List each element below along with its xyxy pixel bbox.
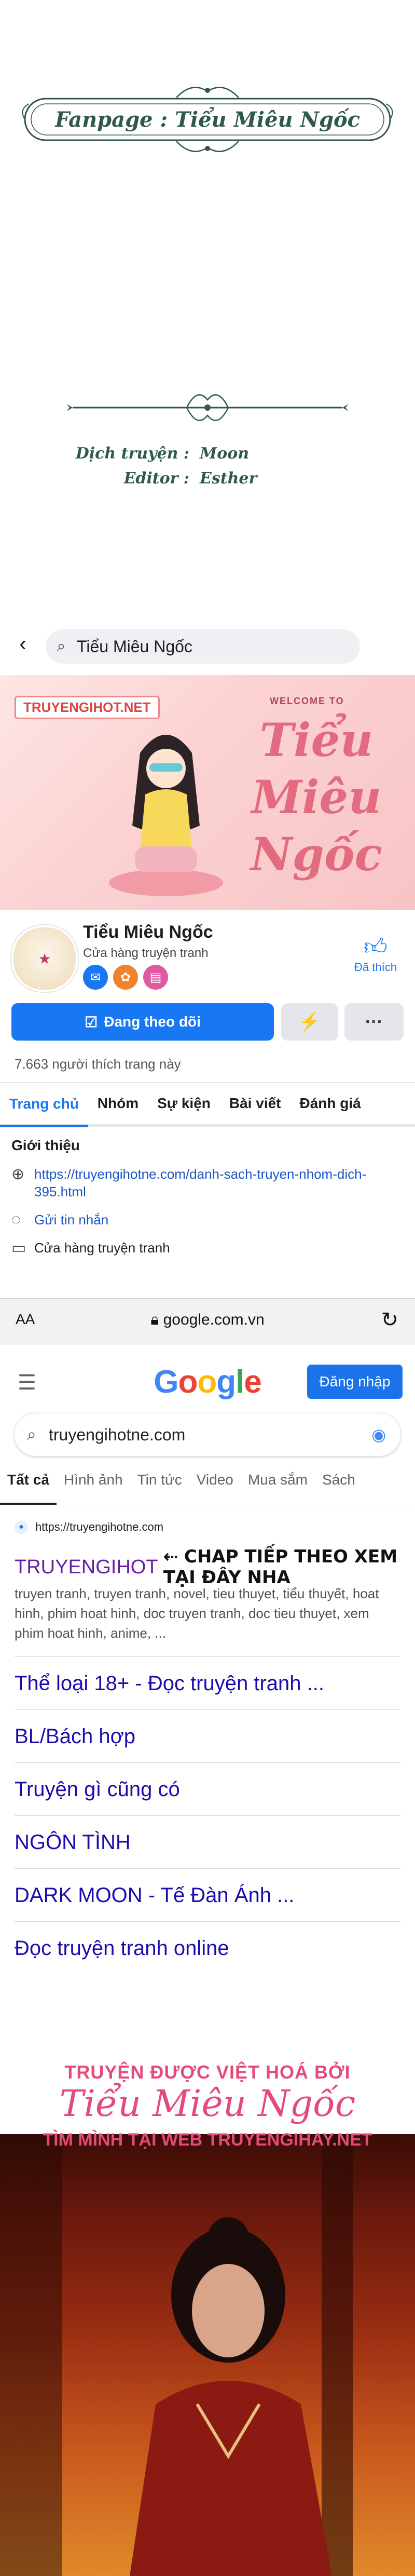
result-site[interactable]: ● https://truyengihotne.com [15,1520,163,1534]
intro-website-row[interactable]: ⊕ https://truyengihotne.com/danh-sach-tr… [11,1165,395,1201]
google-tabs: Tất cả Hình ảnh Tin tức Video Mua sắm Sá… [0,1472,415,1505]
following-label: Đang theo dõi [104,1014,201,1030]
following-button[interactable]: ☑ Đang theo dõi [11,1003,274,1041]
shop-app-icon[interactable]: ✿ [113,965,138,990]
thumbs-up-icon: 👍︎ [364,934,388,960]
result-url: https://truyengihotne.com [35,1520,164,1533]
tab-videos[interactable]: Video [189,1472,241,1505]
sitelink[interactable]: Thể loại 18+ - Đọc truyện tranh ... [15,1656,400,1710]
shop-icon: ▭ [11,1239,26,1257]
manga-credit-panel: TRUYỆN ĐƯỢC VIỆT HOÁ BỞI Tiểu Miêu Ngốc … [0,1984,415,2576]
liked-button[interactable]: 👍︎ Đã thích [344,934,407,974]
safari-address-bar: AA 🔒︎ google.com.vn ↻ [0,1298,415,1346]
intro-message-row[interactable]: ◌ Gửi tin nhắn [11,1211,108,1229]
credit-role: Dịch truyện : [75,444,189,463]
tab-all[interactable]: Tất cả [0,1472,57,1505]
favicon-icon: ● [15,1520,28,1534]
divider-ornament [66,394,349,421]
fanpage-banner: Fanpage : Tiểu Miêu Ngốc Dịch truyện : M… [0,0,415,618]
sitelink[interactable]: Đọc truyện tranh online [15,1921,400,1975]
liked-label: Đã thích [354,961,397,974]
back-arrow-icon[interactable]: ‹ [11,632,34,655]
book-app-icon[interactable]: ▤ [143,965,168,990]
globe-icon: ⊕ [11,1166,25,1183]
messenger-app-icon[interactable]: ✉ [83,965,108,990]
result-snippet: truyen tranh, truyen tranh, novel, tieu … [15,1586,379,1641]
google-search-box[interactable]: ⌕ truyengihotne.com ◉ [15,1413,400,1456]
sitelink[interactable]: Truyện gì cũng có [15,1762,400,1816]
fanpage-title: Fanpage : Tiểu Miêu Ngốc [54,107,361,132]
credits: Dịch truyện : Moon Editor : Esther [70,441,257,491]
page-tabs: Trang chủ Nhóm Sự kiện Bài viết Đánh giá [0,1082,415,1127]
sign-in-button[interactable]: Đăng nhập [307,1365,403,1399]
credit-name: Esther [200,469,257,488]
credit-editor: Editor : Esther [70,466,257,491]
address-domain[interactable]: 🔒︎ google.com.vn [0,1311,415,1329]
lock-icon: 🔒︎ [150,1311,163,1328]
search-icon: ⌕ [57,638,66,655]
translated-by-line: TRUYỆN ĐƯỢC VIỆT HOÁ BỞI [64,2061,351,2083]
cover-welcome: WELCOME TO [270,696,344,706]
site-tag: TRUYENGIHOT.NET [15,696,160,719]
sitelink[interactable]: NGÔN TÌNH [15,1815,400,1869]
manga-credit-text: TRUYỆN ĐƯỢC VIỆT HOÁ BỞI Tiểu Miêu Ngốc … [0,1984,415,2576]
credit-name: Moon [200,444,250,463]
result-heading: TRUYENGIHOT ⇠ CHAP TIẾP THEO XEM TẠI ĐÂY… [15,1546,415,1588]
following-check-icon: ☑ [85,1014,98,1030]
tab-reviews[interactable]: Đánh giá [290,1083,370,1124]
intro-category-row: ▭ Cửa hàng truyện tranh [11,1239,170,1257]
cover-photo[interactable]: TRUYENGIHOT.NET WELCOME TO Tiểu Miêu Ngố… [0,675,415,910]
intro-category: Cửa hàng truyện tranh [34,1240,170,1256]
google-lens-icon[interactable]: ◉ [371,1425,386,1445]
messenger-small-icon: ◌ [11,1211,21,1228]
search-icon: ⌕ [27,1425,36,1444]
page-profile: ★ Tiểu Miêu Ngốc Cửa hàng truyện tranh ✉… [0,910,415,1257]
page-category: Cửa hàng truyện tranh [83,946,209,960]
ellipsis-icon: ··· [365,1011,383,1032]
sitelink[interactable]: DARK MOON - Tế Đàn Ánh ... [15,1868,400,1922]
search-query: Tiểu Miêu Ngốc [77,637,192,656]
tab-books[interactable]: Sách [315,1472,363,1505]
more-options-button[interactable]: ··· [344,1003,404,1041]
likes-count: 7.663 người thích trang này [15,1056,181,1072]
reload-icon[interactable]: ↻ [381,1308,398,1332]
tab-news[interactable]: Tin tức [130,1472,189,1505]
tab-shopping[interactable]: Mua sắm [241,1472,315,1505]
cover-script-title: Tiểu Miêu Ngốc [250,713,383,881]
google-search-screenshot: ☰ Google Đăng nhập ⌕ truyengihotne.com ◉… [0,1345,415,1984]
tab-home[interactable]: Trang chủ [0,1083,88,1127]
sitelink[interactable]: BL/Bách hợp [15,1709,400,1763]
tab-images[interactable]: Hình ảnh [57,1472,130,1505]
tab-groups[interactable]: Nhóm [88,1083,148,1124]
credit-role: Editor : [123,469,189,488]
intro-website-link[interactable]: https://truyengihotne.com/danh-sach-truy… [34,1165,392,1201]
facebook-page-screenshot: ‹ ⌕ Tiểu Miêu Ngốc TRUYENGIHOT.NET WELCO… [0,618,415,1298]
handwritten-annotation: ⇠ CHAP TIẾP THEO XEM TẠI ĐÂY NHA [163,1546,398,1588]
result-title-link[interactable]: TRUYENGIHOT [15,1556,158,1579]
intro-heading: Giới thiệu [11,1137,80,1153]
credit-translator: Dịch truyện : Moon [70,441,257,466]
messenger-icon: ⚡ [298,1012,321,1032]
group-name-line: Tiểu Miêu Ngốc [59,2082,356,2125]
girl-illustration [109,735,223,896]
page-name[interactable]: Tiểu Miêu Ngốc [83,922,213,942]
tab-posts[interactable]: Bài viết [220,1083,290,1124]
facebook-search-bar[interactable]: ⌕ Tiểu Miêu Ngốc [46,629,360,664]
intro-message-link[interactable]: Gửi tin nhắn [34,1212,108,1228]
page-avatar[interactable]: ★ [11,925,78,992]
search-query: truyengihotne.com [49,1425,186,1444]
find-us-line: TÌM MÌNH TẠI WEB TRUYENGIHAY.NET [43,2130,372,2150]
tab-events[interactable]: Sự kiện [148,1083,220,1124]
messenger-button[interactable]: ⚡ [281,1003,338,1041]
domain-text: google.com.vn [163,1311,265,1328]
